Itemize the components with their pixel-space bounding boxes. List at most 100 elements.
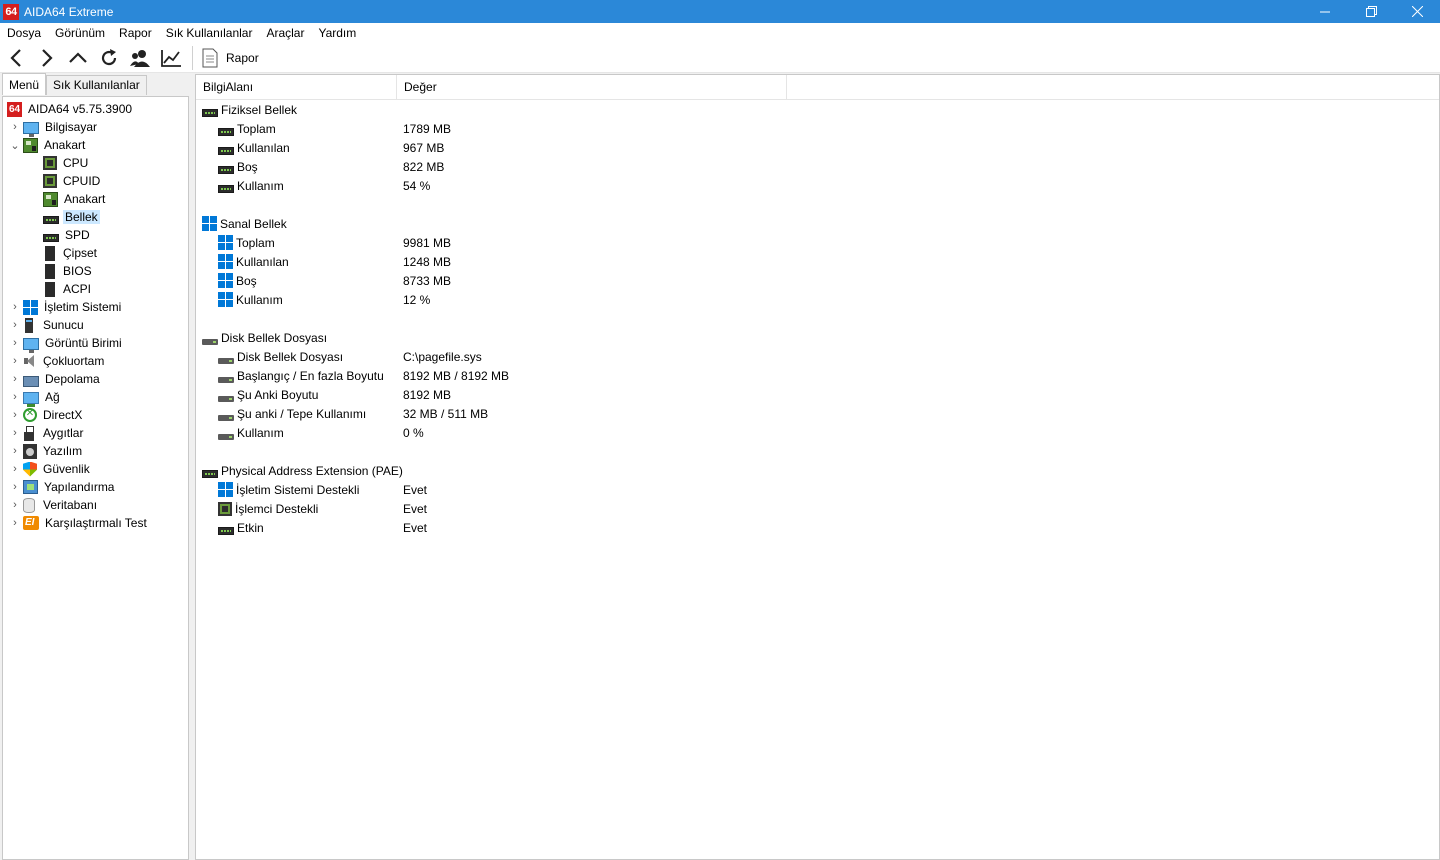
tree-item-spd[interactable]: SPD — [41, 226, 92, 244]
chevron-right-icon[interactable]: › — [9, 298, 21, 316]
xbox-icon — [23, 408, 37, 422]
user-button[interactable] — [124, 44, 155, 72]
table-row[interactable]: Şu anki / Tepe Kullanımı — [218, 404, 366, 423]
up-button[interactable] — [62, 44, 93, 72]
tree-item-bios[interactable]: BIOS — [41, 262, 94, 280]
tree-item-veritabani[interactable]: › Veritabanı — [9, 496, 99, 514]
tree-item-yazilim[interactable]: › Yazılım — [9, 442, 84, 460]
table-row[interactable]: Boş — [218, 157, 258, 176]
windows-icon — [218, 254, 233, 269]
field-value: 8192 MB — [403, 388, 452, 402]
chevron-right-icon[interactable]: › — [9, 118, 21, 136]
restore-button[interactable] — [1348, 0, 1394, 23]
table-row[interactable]: İşlemci Destekli — [218, 499, 318, 518]
title-bar: 64 AIDA64 Extreme — [0, 0, 1440, 23]
chart-button[interactable] — [155, 44, 186, 72]
table-row[interactable]: Kullanılan — [218, 138, 290, 157]
disk-icon — [218, 357, 234, 364]
close-button[interactable] — [1394, 0, 1440, 23]
tree-item-label: Veritabanı — [43, 498, 98, 512]
field-label: Etkin — [237, 520, 264, 535]
chevron-down-icon[interactable]: ⌄ — [9, 136, 21, 154]
chevron-right-icon[interactable]: › — [9, 388, 21, 406]
chevron-right-icon[interactable]: › — [9, 406, 21, 424]
table-row[interactable]: Kullanım — [218, 290, 283, 309]
column-header-field[interactable]: BilgiAlanı — [196, 75, 397, 100]
tree-item-goruntu-birimi[interactable]: › Görüntü Birimi — [9, 334, 124, 353]
table-row[interactable]: İşletim Sistemi Destekli — [218, 480, 359, 499]
tree-item-ag[interactable]: › Ağ — [9, 388, 62, 407]
field-label: Boş — [236, 273, 257, 288]
report-button[interactable]: Rapor — [199, 44, 259, 72]
table-row[interactable]: Kullanım — [218, 176, 284, 195]
tree-item-depolama[interactable]: › Depolama — [9, 370, 102, 388]
toolbar: Rapor — [0, 43, 1440, 73]
tree-item-aygitlar[interactable]: › Aygıtlar — [9, 424, 85, 442]
tree-item-label: Depolama — [45, 372, 100, 386]
chevron-right-icon[interactable]: › — [9, 460, 21, 478]
menu-dosya[interactable]: Dosya — [0, 23, 48, 43]
menu-gorunum[interactable]: Görünüm — [48, 23, 112, 43]
speaker-icon — [23, 354, 37, 368]
forward-button[interactable] — [31, 44, 62, 72]
refresh-button[interactable] — [93, 44, 124, 72]
table-row[interactable]: Toplam — [218, 233, 275, 252]
menu-araclar[interactable]: Araçlar — [259, 23, 311, 43]
tree-item-anakart-sub[interactable]: Anakart — [41, 190, 107, 208]
tab-menu[interactable]: Menü — [2, 73, 47, 95]
windows-icon — [218, 292, 233, 307]
tree-item-bilgisayar[interactable]: › Bilgisayar — [9, 118, 99, 137]
table-row[interactable]: Etkin — [218, 518, 264, 537]
section-header[interactable]: Fiziksel Bellek — [202, 100, 297, 119]
back-button[interactable] — [0, 44, 31, 72]
chevron-right-icon[interactable]: › — [9, 424, 21, 442]
minimize-button[interactable] — [1302, 0, 1348, 23]
chevron-right-icon[interactable]: › — [9, 442, 21, 460]
tree-item-yapilandirma[interactable]: › Yapılandırma — [9, 478, 116, 496]
column-header-value[interactable]: Değer — [397, 75, 787, 100]
chevron-right-icon[interactable]: › — [9, 478, 21, 496]
tree-item-karsilastirmali-test[interactable]: › Karşılaştırmalı Test — [9, 514, 149, 532]
window-title: AIDA64 Extreme — [24, 4, 114, 19]
table-row[interactable]: Şu Anki Boyutu — [218, 385, 318, 404]
menu-rapor[interactable]: Rapor — [112, 23, 159, 43]
chevron-right-icon[interactable]: › — [9, 352, 21, 370]
chevron-right-icon[interactable]: › — [9, 334, 21, 352]
tree-item-isletim-sistemi[interactable]: › İşletim Sistemi — [9, 298, 123, 316]
tree-item-cipset[interactable]: Çipset — [41, 244, 99, 262]
table-row[interactable]: Başlangıç / En fazla Boyutu — [218, 366, 384, 385]
field-label: Toplam — [236, 235, 275, 250]
tree-item-label: BIOS — [63, 264, 92, 278]
table-row[interactable]: Disk Bellek Dosyası — [218, 347, 343, 366]
table-row[interactable]: Kullanım — [218, 423, 284, 442]
benchmark-icon — [23, 516, 39, 530]
monitor-icon — [23, 338, 39, 353]
tree-item-guvenlik[interactable]: › Güvenlik — [9, 460, 92, 478]
section-title: Fiziksel Bellek — [221, 102, 298, 117]
tree-item-bellek[interactable]: Bellek — [41, 208, 100, 226]
chevron-right-icon[interactable]: › — [9, 514, 21, 532]
section-header[interactable]: Sanal Bellek — [202, 214, 287, 233]
chevron-right-icon[interactable]: › — [9, 316, 21, 334]
table-row[interactable]: Toplam — [218, 119, 276, 138]
field-value: 967 MB — [403, 141, 445, 155]
table-row[interactable]: Kullanılan — [218, 252, 289, 271]
tree-item-acpi[interactable]: ACPI — [41, 280, 93, 298]
section-header[interactable]: Disk Bellek Dosyası — [202, 328, 327, 347]
tree-root[interactable]: 64 AIDA64 v5.75.3900 — [7, 100, 134, 118]
table-row[interactable]: Boş — [218, 271, 257, 290]
tree-item-cpu[interactable]: CPU — [41, 154, 90, 172]
tab-favorites[interactable]: Sık Kullanılanlar — [46, 75, 147, 95]
field-label: Boş — [237, 159, 258, 174]
tree-item-cokluortam[interactable]: › Çokluortam — [9, 352, 106, 370]
menu-yardim[interactable]: Yardım — [311, 23, 363, 43]
details-panel: BilgiAlanı Değer Fiziksel Bellek Toplam … — [195, 74, 1440, 860]
menu-sik-kullanilanlar[interactable]: Sık Kullanılanlar — [159, 23, 260, 43]
chevron-right-icon[interactable]: › — [9, 370, 21, 388]
chevron-right-icon[interactable]: › — [9, 496, 21, 514]
tree-item-sunucu[interactable]: › Sunucu — [9, 316, 86, 334]
tree-item-directx[interactable]: › DirectX — [9, 406, 84, 424]
tree-item-anakart[interactable]: ⌄ Anakart — [9, 136, 87, 154]
section-header[interactable]: Physical Address Extension (PAE) — [202, 461, 403, 480]
tree-item-cpuid[interactable]: CPUID — [41, 172, 102, 190]
